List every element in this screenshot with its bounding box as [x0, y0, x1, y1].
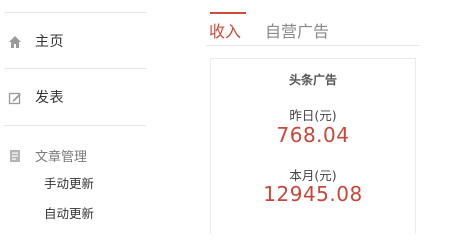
- home-icon: [8, 34, 22, 48]
- income-card: 头条广告 昨日(元) 768.04 本月(元) 12945.08: [210, 58, 416, 234]
- month-value: 12945.08: [263, 182, 363, 206]
- tab-bar: 收入 自营广告: [206, 12, 420, 46]
- sidebar-section-label: 文章管理: [35, 149, 88, 165]
- divider: [4, 68, 146, 69]
- sidebar-item-home[interactable]: 主页: [8, 31, 64, 51]
- tab-self-operated-ads[interactable]: 自营广告: [265, 20, 329, 44]
- sidebar-section-article-management[interactable]: 文章管理: [8, 145, 87, 165]
- sidebar-subitem-auto-update[interactable]: 自动更新: [44, 205, 94, 223]
- document-icon: [8, 148, 22, 162]
- sidebar-item-label: 主页: [35, 34, 64, 50]
- active-tab-indicator: [210, 12, 246, 14]
- sidebar-item-publish[interactable]: 发表: [8, 87, 64, 107]
- sidebar: 主页 发表 文章管理 手动更新 自动更新: [0, 0, 150, 233]
- divider: [4, 125, 146, 126]
- tab-income[interactable]: 收入: [209, 20, 241, 44]
- edit-icon: [8, 90, 22, 105]
- card-title: 头条广告: [288, 73, 337, 87]
- yesterday-label: 昨日(元): [289, 108, 337, 123]
- sidebar-item-label: 发表: [35, 90, 64, 106]
- divider: [4, 12, 146, 13]
- tab-bar-divider: [206, 45, 420, 46]
- sidebar-subitem-manual-update[interactable]: 手动更新: [44, 175, 94, 193]
- yesterday-value: 768.04: [276, 123, 350, 147]
